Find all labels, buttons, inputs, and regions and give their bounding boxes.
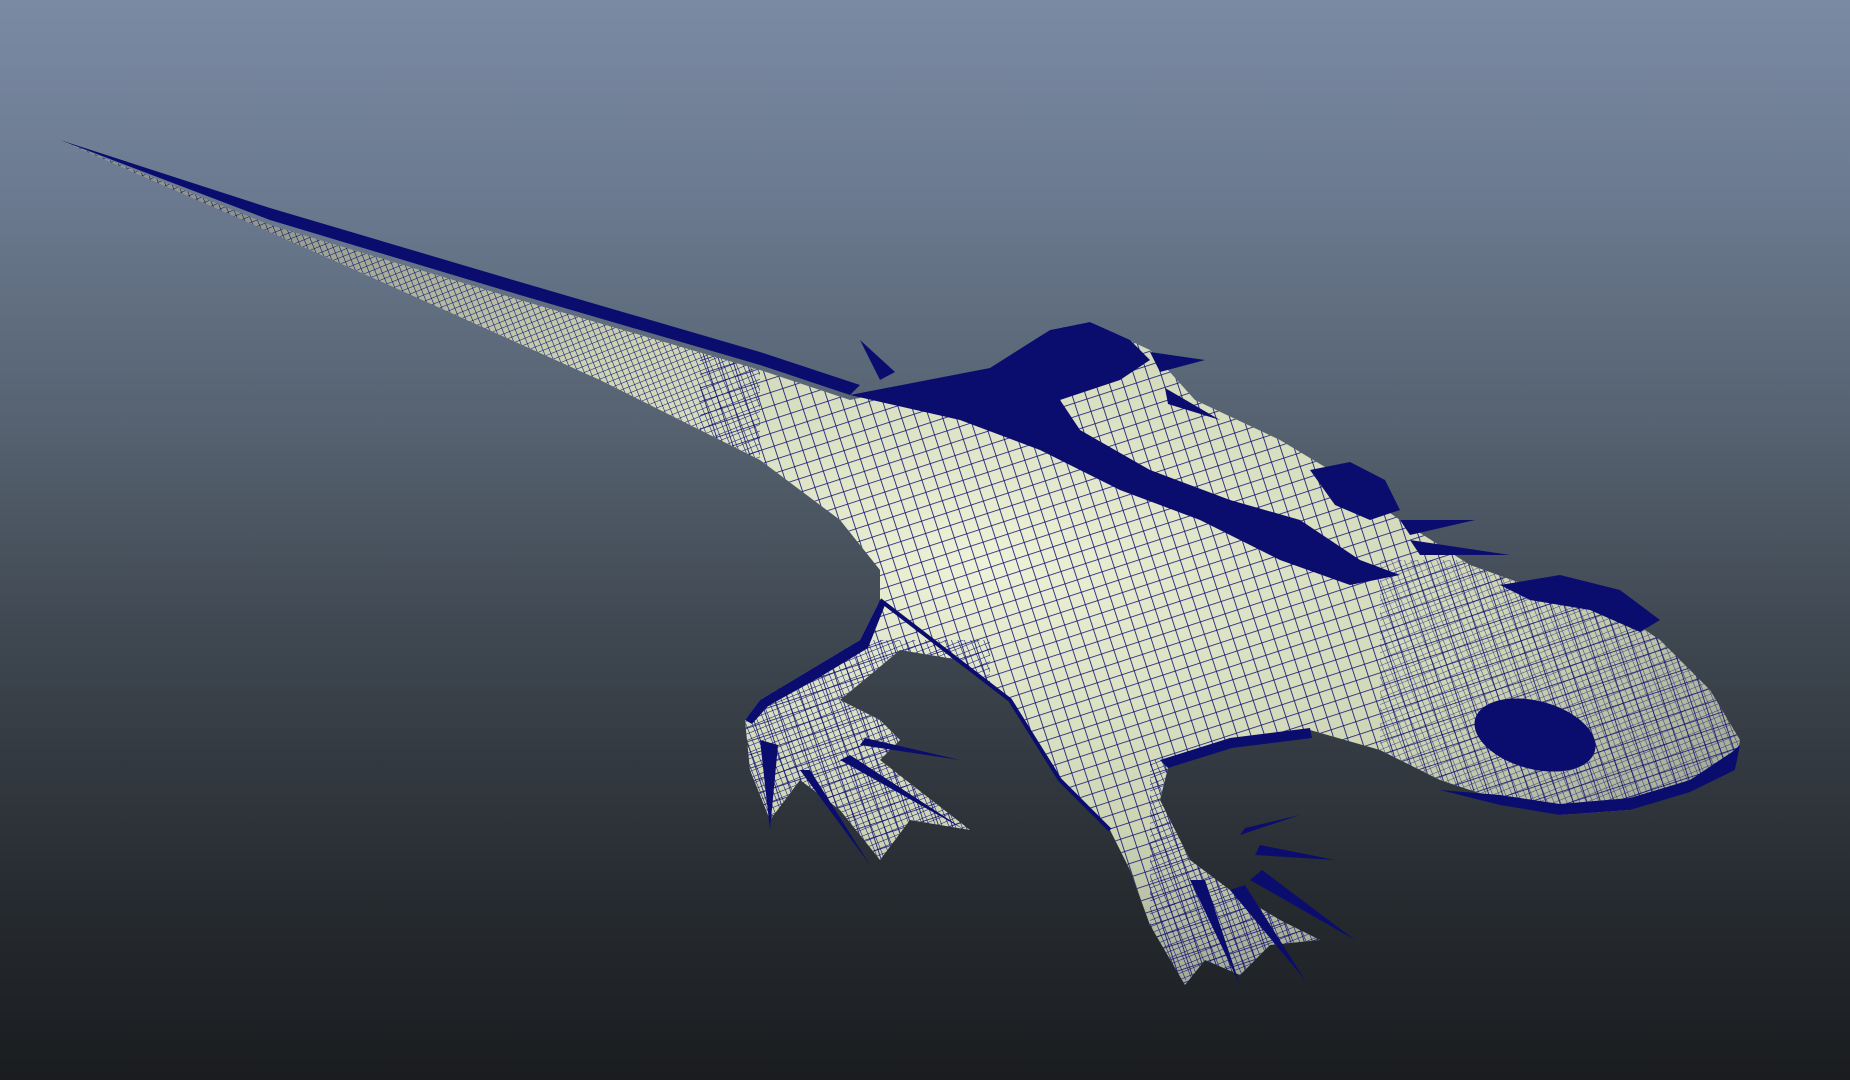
3d-viewport[interactable]	[0, 0, 1850, 1080]
lizard-mesh[interactable]	[0, 0, 1850, 1080]
wireframe-overlay	[60, 140, 1740, 985]
